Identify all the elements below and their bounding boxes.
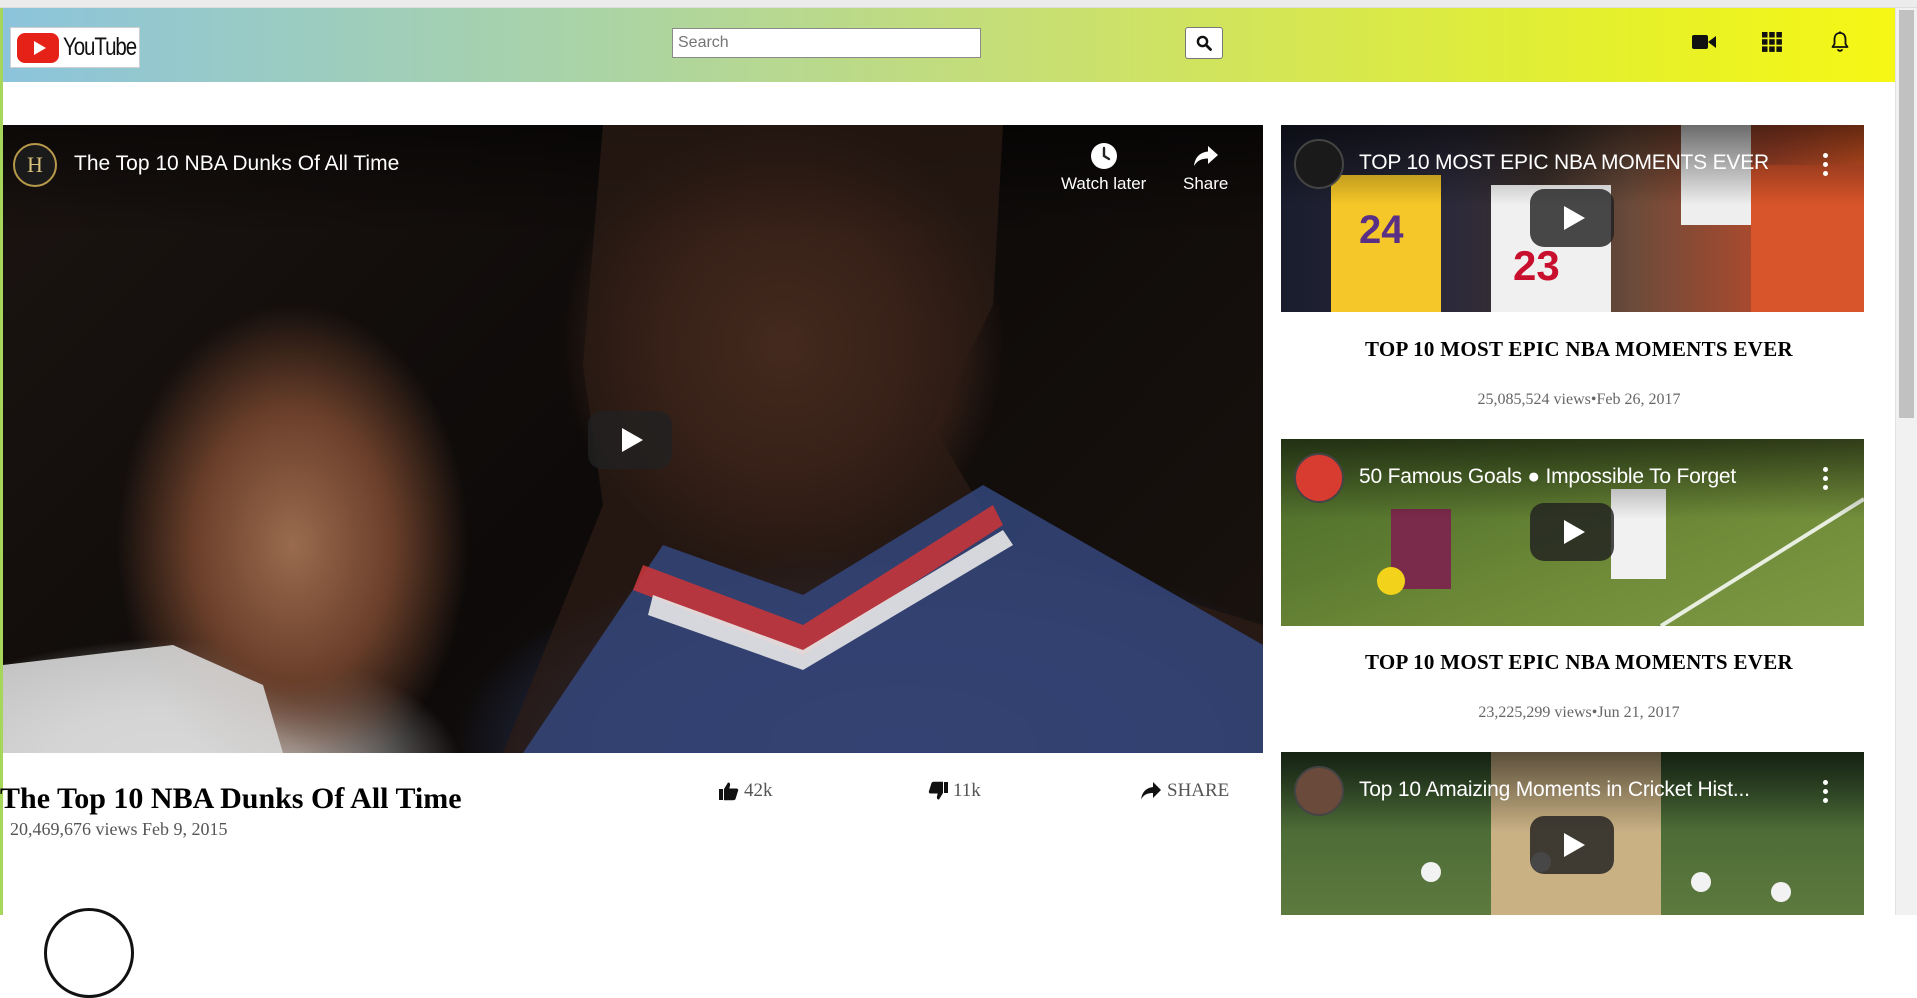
- sidebar-video-title[interactable]: TOP 10 MOST EPIC NBA MOMENTS EVER: [1281, 650, 1877, 675]
- main-video-player[interactable]: [3, 125, 1263, 753]
- more-options-icon[interactable]: [1822, 467, 1828, 490]
- svg-text:23: 23: [1513, 242, 1560, 289]
- sidebar-play-button[interactable]: [1530, 503, 1614, 561]
- video-camera-icon: [1692, 35, 1716, 49]
- clock-icon: [1090, 143, 1117, 169]
- notifications-button[interactable]: [1826, 28, 1854, 56]
- view-count: 20,469,676 views: [10, 819, 138, 839]
- search-icon: [1196, 35, 1212, 51]
- more-options-icon[interactable]: [1822, 780, 1828, 803]
- sidebar-play-button[interactable]: [1530, 189, 1614, 247]
- upload-date: Feb 9, 2015: [142, 819, 228, 839]
- dislike-button[interactable]: 11k: [928, 780, 981, 802]
- sidebar-video-title[interactable]: TOP 10 MOST EPIC NBA MOMENTS EVER: [1281, 337, 1877, 362]
- like-button[interactable]: 42k: [719, 780, 773, 802]
- sidebar-channel-logo[interactable]: [1294, 139, 1344, 189]
- sidebar-embed-title[interactable]: 50 Famous Goals ● Impossible To Forget: [1359, 465, 1799, 489]
- sidebar-video-meta: 23,225,299 views•Jun 21, 2017: [1281, 704, 1877, 722]
- scrollbar-thumb[interactable]: [1899, 10, 1914, 418]
- apps-button[interactable]: [1758, 28, 1786, 56]
- video-title: The Top 10 NBA Dunks Of All Time: [0, 782, 462, 815]
- bell-icon: [1831, 31, 1849, 52]
- youtube-logo[interactable]: YouTube: [10, 27, 140, 68]
- sidebar-channel-logo[interactable]: [1294, 766, 1344, 816]
- share-overlay-button[interactable]: Share: [1183, 142, 1228, 194]
- share-overlay-label: Share: [1183, 174, 1229, 193]
- share-icon: [1141, 782, 1161, 800]
- dislike-count: 11k: [953, 780, 981, 801]
- svg-text:24: 24: [1359, 208, 1404, 252]
- share-button[interactable]: SHARE: [1140, 780, 1229, 802]
- youtube-play-logo-icon: [17, 32, 59, 63]
- main-play-button[interactable]: [588, 411, 672, 469]
- watch-later-label: Watch later: [1061, 174, 1147, 193]
- apps-grid-icon: [1762, 32, 1782, 52]
- search-input[interactable]: [672, 28, 981, 58]
- sidebar-video-thumbnail[interactable]: Top 10 Amaizing Moments in Cricket Hist.…: [1281, 752, 1864, 915]
- sidebar-video-thumbnail[interactable]: 24 23 TOP 10 MOST EPIC NBA MOMENTS EVER: [1281, 125, 1864, 312]
- sidebar-upload-date: Feb 26, 2017: [1596, 391, 1681, 408]
- sidebar-channel-logo[interactable]: [1294, 453, 1344, 503]
- like-count: 42k: [744, 780, 773, 801]
- watch-later-button[interactable]: Watch later: [1061, 142, 1146, 194]
- share-arrow-icon: [1193, 146, 1218, 166]
- upload-video-button[interactable]: [1690, 28, 1718, 56]
- more-options-icon[interactable]: [1822, 153, 1828, 176]
- thumbs-down-icon: [928, 781, 948, 800]
- search-button[interactable]: [1185, 27, 1223, 59]
- channel-logo[interactable]: H: [13, 143, 57, 187]
- sidebar-video-thumbnail[interactable]: 50 Famous Goals ● Impossible To Forget: [1281, 439, 1864, 626]
- sidebar-embed-title[interactable]: Top 10 Amaizing Moments in Cricket Hist.…: [1359, 778, 1799, 802]
- browser-top-edge: [0, 0, 1917, 8]
- player-video-title[interactable]: The Top 10 NBA Dunks Of All Time: [74, 152, 399, 176]
- sidebar-upload-date: Jun 21, 2017: [1597, 704, 1680, 721]
- sidebar-embed-title[interactable]: TOP 10 MOST EPIC NBA MOMENTS EVER: [1359, 151, 1799, 175]
- sidebar-video-meta: 25,085,524 views•Feb 26, 2017: [1281, 391, 1877, 409]
- sidebar-view-count: 25,085,524 views: [1477, 391, 1591, 408]
- sidebar-play-button[interactable]: [1530, 816, 1614, 874]
- thumbs-up-icon: [719, 782, 739, 801]
- vertical-scrollbar[interactable]: [1895, 8, 1917, 915]
- top-header: YouTube: [3, 8, 1896, 82]
- logo-text: YouTube: [63, 33, 137, 61]
- share-label: SHARE: [1167, 780, 1230, 801]
- channel-avatar[interactable]: [44, 908, 134, 998]
- video-meta: 20,469,676 views Feb 9, 2015: [10, 819, 228, 840]
- sidebar-view-count: 23,225,299 views: [1478, 704, 1592, 721]
